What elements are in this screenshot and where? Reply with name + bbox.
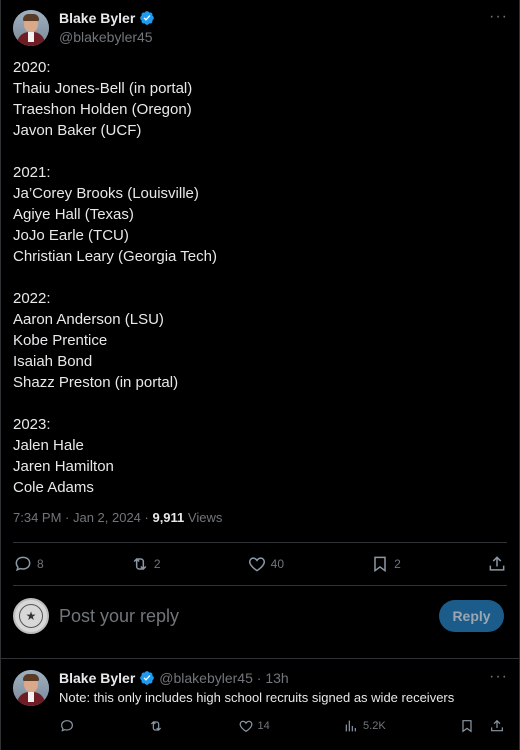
author-avatar[interactable]: [13, 10, 49, 46]
bookmark-count: 2: [394, 557, 401, 571]
share-icon: [491, 719, 503, 732]
like-count: 40: [270, 557, 285, 571]
reply-views-button[interactable]: 5.2K: [343, 718, 386, 734]
tweet-text: 2020: Thaiu Jones-Bell (in portal) Traes…: [13, 59, 217, 496]
tweet-thread: Blake Byler @blakebyler45 ··· 2020: Thai…: [0, 0, 520, 750]
more-icon[interactable]: ···: [489, 8, 508, 26]
views-icon: [345, 720, 356, 732]
like-icon: [248, 557, 265, 572]
repost-icon: [151, 721, 162, 731]
reply-share-button[interactable]: [489, 718, 505, 734]
divider: [13, 542, 507, 543]
reply-author-row: Blake Byler @blakebyler45 · 13h: [59, 670, 289, 686]
reply-button[interactable]: 8: [13, 554, 44, 574]
reply-action-bar: 14 5.2K: [59, 716, 505, 736]
repost-button[interactable]: 2: [130, 554, 161, 574]
view-count: 9,911: [152, 510, 185, 525]
reply-reply-button[interactable]: [59, 718, 75, 734]
reply-bookmark-button[interactable]: [459, 718, 475, 734]
reply-composer: ★ Post your reply Reply: [1, 593, 520, 641]
reply-extra-actions: [459, 718, 505, 734]
reply-icon: [15, 556, 31, 572]
reply-view-count: 5.2K: [363, 720, 386, 732]
bookmark-button[interactable]: 2: [370, 554, 401, 574]
repost-count: 2: [153, 557, 161, 571]
reply-author-handle[interactable]: @blakebyler45 · 13h: [159, 670, 288, 686]
views-label: Views: [184, 510, 223, 525]
share-icon: [489, 556, 505, 571]
more-icon[interactable]: ···: [489, 668, 508, 686]
tweet-timestamp[interactable]: 7:34 PM · Jan 2, 2024 ·: [13, 510, 152, 525]
verified-badge-icon: [140, 671, 155, 685]
author-handle[interactable]: @blakebyler45: [59, 29, 153, 45]
bookmark-icon: [462, 720, 472, 733]
reply-icon: [61, 720, 73, 732]
reply-like-count: 14: [257, 720, 270, 732]
reply-input[interactable]: Post your reply: [59, 606, 179, 627]
reply-text: Note: this only includes high school rec…: [59, 690, 455, 705]
reply-author-display-name[interactable]: Blake Byler: [59, 670, 135, 686]
divider: [13, 585, 507, 586]
author-display-name[interactable]: Blake Byler: [59, 10, 135, 26]
author-name-row: Blake Byler: [59, 10, 155, 26]
like-icon: [239, 720, 252, 733]
reply-author-avatar[interactable]: [13, 670, 49, 706]
like-button[interactable]: 40: [247, 554, 284, 574]
reply-submit-button[interactable]: Reply: [439, 600, 504, 632]
current-user-avatar[interactable]: ★: [13, 598, 49, 634]
share-button[interactable]: [487, 554, 507, 574]
reply-count: 8: [37, 557, 44, 571]
tweet-action-bar: 8 2 40 2: [13, 546, 507, 582]
reply-repost-button[interactable]: [148, 718, 164, 734]
reply-like-button[interactable]: 14: [238, 718, 270, 734]
verified-badge-icon: [140, 11, 155, 25]
repost-icon: [133, 557, 147, 571]
divider: [1, 658, 519, 659]
bookmark-icon: [374, 556, 386, 573]
tweet-meta: 7:34 PM · Jan 2, 2024 · 9,911 Views: [13, 510, 222, 525]
star-icon: ★: [19, 604, 43, 628]
